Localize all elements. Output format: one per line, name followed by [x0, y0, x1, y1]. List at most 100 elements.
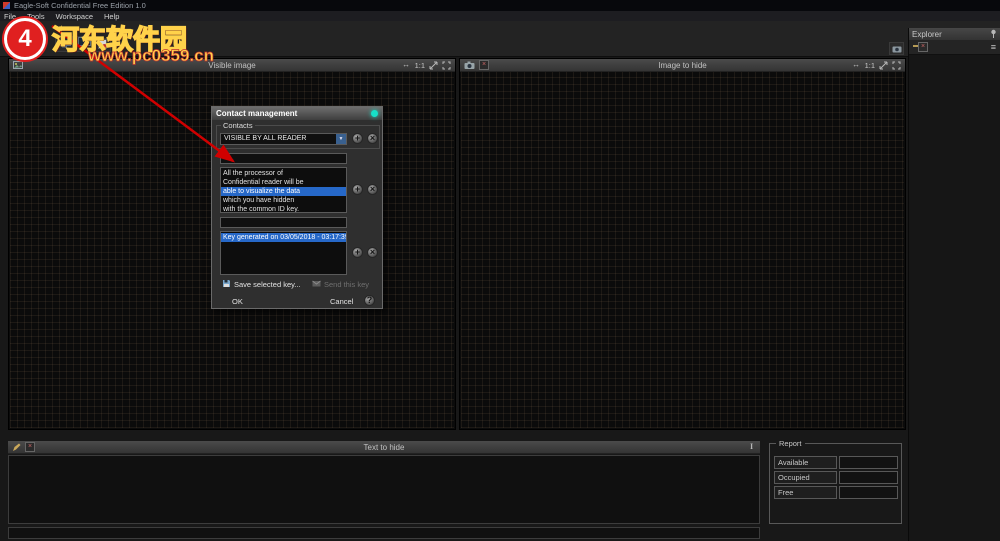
app-icon	[3, 2, 10, 9]
image-to-hide-panel: × Image to hide ↔ 1:1	[459, 58, 906, 430]
report-value	[839, 486, 898, 499]
text-to-hide-title: Text to hide	[8, 443, 760, 452]
key-name-input[interactable]	[220, 217, 347, 228]
remove-key-button[interactable]: ×	[367, 247, 378, 258]
window-title: Eagle-Soft Confidential Free Edition 1.0	[14, 1, 146, 10]
question-mark-icon: ?	[365, 296, 374, 305]
description-line: with the common ID key.	[221, 205, 346, 213]
contact-management-button[interactable]	[95, 38, 111, 52]
menu-help[interactable]: Help	[104, 12, 119, 21]
close-folder-button[interactable]: ×	[918, 42, 928, 52]
close-icon: ×	[368, 185, 377, 194]
visible-image-title: Visible image	[9, 61, 455, 70]
close-icon: ×	[368, 248, 377, 257]
contact-description-box[interactable]: All the processor of Confidential reader…	[220, 167, 347, 213]
description-line-selected[interactable]: able to visualize the data	[221, 187, 346, 196]
fit-to-window-icon[interactable]	[429, 60, 438, 70]
report-row-occupied: Occupied	[770, 471, 901, 485]
dialog-title-bar[interactable]: Contact management	[212, 107, 382, 120]
monitor-icon	[78, 35, 91, 53]
description-line: All the processor of	[221, 169, 346, 178]
report-row-free: Free	[770, 486, 901, 500]
save-selected-key-button[interactable]: Save selected key...	[222, 279, 301, 290]
open-visible-image-button[interactable]	[55, 36, 73, 52]
image-to-hide-canvas[interactable]	[461, 72, 904, 428]
report-row-available: Available	[770, 456, 901, 470]
fullscreen-icon[interactable]	[442, 60, 451, 70]
fullscreen-icon[interactable]	[892, 60, 901, 70]
menu-file[interactable]: File	[4, 12, 16, 21]
open-hidden-image-button[interactable]	[75, 36, 93, 52]
contact-name-input[interactable]	[220, 153, 347, 164]
cancel-label: Cancel	[330, 297, 353, 306]
report-label: Available	[774, 456, 837, 469]
pencil-icon[interactable]	[12, 442, 21, 452]
snapshot-button[interactable]	[889, 42, 904, 55]
plus-icon: +	[353, 248, 362, 257]
status-indicator-icon	[371, 110, 378, 117]
visible-image-header: Visible image ↔ 1:1	[9, 59, 455, 72]
save-selected-key-label: Save selected key...	[234, 280, 301, 289]
explorer-header: Explorer	[909, 28, 1000, 40]
contact-select-value: VISIBLE BY ALL READER	[224, 135, 307, 142]
remove-description-button[interactable]: ×	[367, 184, 378, 195]
image-to-hide-header: × Image to hide ↔ 1:1	[460, 59, 905, 72]
text-cursor-icon: I	[747, 442, 756, 452]
text-to-hide-input[interactable]	[8, 455, 760, 524]
key-list-item-selected[interactable]: Key generated on 03/05/2018 - 03:17:39	[221, 233, 346, 242]
explorer-panel: Explorer × ≡	[908, 28, 1000, 541]
image-icon	[13, 60, 23, 70]
add-key-button[interactable]: +	[352, 247, 363, 258]
report-value	[839, 471, 898, 484]
remove-image-button[interactable]: ×	[479, 60, 489, 70]
pin-icon[interactable]	[990, 29, 997, 40]
document-key-icon	[98, 36, 108, 54]
report-label: Occupied	[774, 471, 837, 484]
send-key-button[interactable]: Send this key	[312, 279, 369, 289]
image-to-hide-title: Image to hide	[460, 61, 905, 70]
contact-management-dialog: Contact management Contacts VISIBLE BY A…	[211, 106, 383, 309]
explorer-title: Explorer	[912, 30, 942, 39]
report-title: Report	[776, 439, 805, 448]
ok-label: OK	[232, 297, 243, 306]
description-line: Confidential reader will be	[221, 178, 346, 187]
menu-workspace[interactable]: Workspace	[56, 12, 93, 21]
add-description-button[interactable]: +	[352, 184, 363, 195]
app-window: Eagle-Soft Confidential Free Edition 1.0…	[0, 0, 1000, 541]
fit-to-window-icon[interactable]	[879, 60, 888, 70]
title-bar: Eagle-Soft Confidential Free Edition 1.0	[0, 0, 1000, 11]
zoom-actual-size-button[interactable]: 1:1	[865, 61, 875, 70]
report-value	[839, 456, 898, 469]
hamburger-menu-icon[interactable]: ≡	[991, 42, 996, 52]
report-panel: Report Available Occupied Free	[769, 443, 902, 524]
zoom-actual-size-button[interactable]: 1:1	[415, 61, 425, 70]
explorer-file-list[interactable]	[909, 55, 1000, 541]
text-to-hide-header: × Text to hide I	[8, 441, 760, 454]
menu-bar: File Tools Workspace Help	[0, 11, 1000, 21]
report-label: Free	[774, 486, 837, 499]
help-button[interactable]: ?	[364, 295, 375, 306]
menu-tools[interactable]: Tools	[27, 12, 45, 21]
camera-icon	[892, 40, 902, 58]
description-line: which you have hidden	[221, 196, 346, 205]
plus-icon: +	[353, 185, 362, 194]
text-to-hide-status-bar	[8, 527, 760, 539]
close-icon: ×	[368, 134, 377, 143]
chevron-down-icon[interactable]: ▼	[336, 134, 346, 144]
pan-icon[interactable]: ↔	[402, 60, 411, 70]
contact-select[interactable]: VISIBLE BY ALL READER ▼	[220, 133, 347, 145]
remove-contact-button[interactable]: ×	[367, 133, 378, 144]
save-disk-icon	[222, 279, 231, 290]
plus-icon: +	[353, 134, 362, 143]
clear-text-button[interactable]: ×	[25, 442, 35, 452]
dialog-title: Contact management	[216, 109, 297, 118]
cancel-button[interactable]: Cancel	[330, 297, 353, 306]
main-toolbar	[0, 21, 1000, 57]
key-list[interactable]: Key generated on 03/05/2018 - 03:17:39	[220, 231, 347, 275]
camera-icon[interactable]	[464, 60, 475, 70]
contacts-group-label: Contacts	[221, 121, 255, 130]
pan-icon[interactable]: ↔	[852, 60, 861, 70]
ok-button[interactable]: OK	[232, 297, 243, 306]
envelope-icon	[312, 279, 321, 289]
add-contact-button[interactable]: +	[352, 133, 363, 144]
